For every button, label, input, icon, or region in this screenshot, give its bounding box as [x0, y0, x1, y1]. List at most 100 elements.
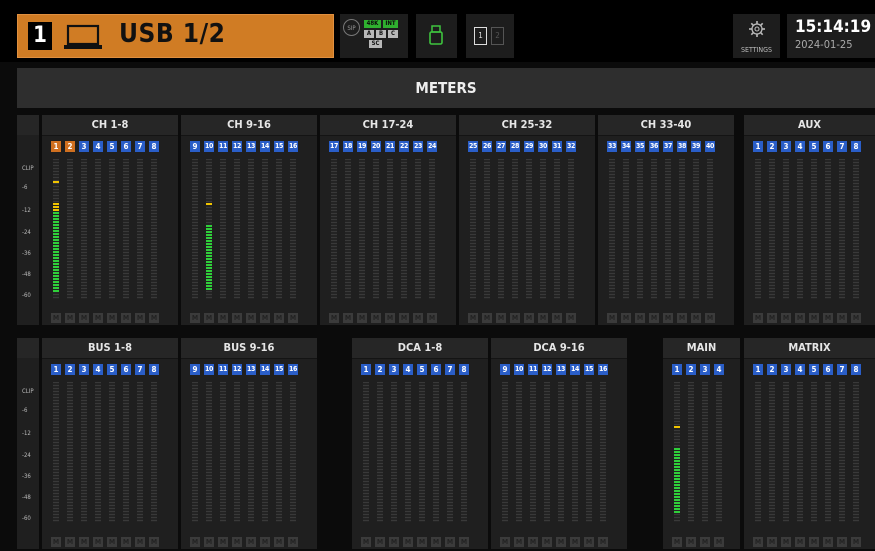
mute-button[interactable]: M — [753, 313, 763, 323]
mute-button[interactable]: M — [691, 313, 701, 323]
mute-button[interactable]: M — [767, 537, 777, 547]
channel-select-button[interactable]: 4 — [795, 364, 805, 375]
mute-button[interactable]: M — [823, 313, 833, 323]
channel-select-button[interactable]: 1 — [672, 364, 682, 375]
channel-select-button[interactable]: 14 — [570, 364, 580, 375]
channel-select-button[interactable]: 32 — [566, 141, 576, 152]
channel-select-button[interactable]: 6 — [823, 364, 833, 375]
channel-select-button[interactable]: 2 — [375, 364, 385, 375]
channel-select-button[interactable]: 5 — [809, 141, 819, 152]
channel-select-button[interactable]: 20 — [371, 141, 381, 152]
mute-button[interactable]: M — [260, 537, 270, 547]
channel-select-button[interactable]: 29 — [524, 141, 534, 152]
channel-select-button[interactable]: 2 — [767, 141, 777, 152]
mute-button[interactable]: M — [753, 537, 763, 547]
scene-button[interactable]: 1 USB 1/2 — [17, 14, 334, 58]
channel-select-button[interactable]: 26 — [482, 141, 492, 152]
mute-button[interactable]: M — [149, 313, 159, 323]
mute-button[interactable]: M — [79, 537, 89, 547]
channel-select-button[interactable]: 1 — [753, 141, 763, 152]
mute-button[interactable]: M — [357, 313, 367, 323]
channel-select-button[interactable]: 16 — [288, 141, 298, 152]
mute-button[interactable]: M — [417, 537, 427, 547]
mute-button[interactable]: M — [795, 537, 805, 547]
mute-button[interactable]: M — [385, 313, 395, 323]
mute-button[interactable]: M — [714, 537, 724, 547]
mute-button[interactable]: M — [403, 537, 413, 547]
channel-select-button[interactable]: 10 — [514, 364, 524, 375]
meter-group-bottom-0[interactable]: BUS 1-8 1 M 2 M 3 M 4 M 5 M 6 M 7 M 8 M — [42, 338, 178, 549]
mute-button[interactable]: M — [468, 313, 478, 323]
channel-select-button[interactable]: 6 — [121, 364, 131, 375]
mute-button[interactable]: M — [246, 313, 256, 323]
channel-select-button[interactable]: 33 — [607, 141, 617, 152]
mute-button[interactable]: M — [528, 537, 538, 547]
mute-button[interactable]: M — [260, 313, 270, 323]
mute-button[interactable]: M — [343, 313, 353, 323]
channel-select-button[interactable]: 2 — [686, 364, 696, 375]
mute-button[interactable]: M — [851, 313, 861, 323]
usb-button[interactable] — [416, 14, 457, 58]
meter-group-bottom-3[interactable]: DCA 9-16 9 M 10 M 11 M 12 M 13 M 14 M 15 M 16 M — [491, 338, 627, 549]
mute-button[interactable]: M — [204, 537, 214, 547]
channel-select-button[interactable]: 14 — [260, 364, 270, 375]
channel-select-button[interactable]: 6 — [121, 141, 131, 152]
channel-select-button[interactable]: 23 — [413, 141, 423, 152]
channel-select-button[interactable]: 8 — [149, 141, 159, 152]
channel-select-button[interactable]: 36 — [649, 141, 659, 152]
channel-select-button[interactable]: 40 — [705, 141, 715, 152]
mute-button[interactable]: M — [837, 537, 847, 547]
channel-select-button[interactable]: 13 — [246, 141, 256, 152]
mute-button[interactable]: M — [218, 313, 228, 323]
channel-select-button[interactable]: 7 — [135, 141, 145, 152]
channel-select-button[interactable]: 1 — [753, 364, 763, 375]
channel-select-button[interactable]: 27 — [496, 141, 506, 152]
mute-button[interactable]: M — [510, 313, 520, 323]
mute-button[interactable]: M — [781, 537, 791, 547]
mute-button[interactable]: M — [663, 313, 673, 323]
channel-select-button[interactable]: 3 — [781, 141, 791, 152]
channel-select-button[interactable]: 2 — [767, 364, 777, 375]
mute-button[interactable]: M — [672, 537, 682, 547]
mute-button[interactable]: M — [809, 537, 819, 547]
channel-select-button[interactable]: 13 — [556, 364, 566, 375]
mute-button[interactable]: M — [584, 537, 594, 547]
mute-button[interactable]: M — [823, 537, 833, 547]
channel-select-button[interactable]: 15 — [584, 364, 594, 375]
mute-button[interactable]: M — [288, 313, 298, 323]
mute-button[interactable]: M — [79, 313, 89, 323]
channel-select-button[interactable]: 11 — [218, 364, 228, 375]
channel-select-button[interactable]: 11 — [528, 364, 538, 375]
channel-select-button[interactable]: 10 — [204, 364, 214, 375]
channel-select-button[interactable]: 7 — [445, 364, 455, 375]
channel-select-button[interactable]: 9 — [500, 364, 510, 375]
mute-button[interactable]: M — [93, 537, 103, 547]
mute-button[interactable]: M — [552, 313, 562, 323]
channel-select-button[interactable]: 39 — [691, 141, 701, 152]
mute-button[interactable]: M — [274, 537, 284, 547]
channel-select-button[interactable]: 4 — [403, 364, 413, 375]
mute-button[interactable]: M — [607, 313, 617, 323]
mute-button[interactable]: M — [500, 537, 510, 547]
mute-button[interactable]: M — [107, 537, 117, 547]
channel-select-button[interactable]: 3 — [781, 364, 791, 375]
mute-button[interactable]: M — [375, 537, 385, 547]
mute-button[interactable]: M — [121, 313, 131, 323]
mute-button[interactable]: M — [621, 313, 631, 323]
channel-select-button[interactable]: 4 — [93, 364, 103, 375]
mute-button[interactable]: M — [649, 313, 659, 323]
meter-group-top-0[interactable]: CH 1-8 1 M 2 M 3 M 4 M 5 M 6 M 7 M 8 M — [42, 115, 178, 325]
mute-button[interactable]: M — [413, 313, 423, 323]
mute-button[interactable]: M — [65, 537, 75, 547]
mute-button[interactable]: M — [389, 537, 399, 547]
channel-select-button[interactable]: 16 — [288, 364, 298, 375]
channel-select-button[interactable]: 1 — [51, 141, 61, 152]
meter-group-bottom-1[interactable]: BUS 9-16 9 M 10 M 11 M 12 M 13 M 14 M 15 M 16 M — [181, 338, 317, 549]
channel-select-button[interactable]: 3 — [700, 364, 710, 375]
mute-button[interactable]: M — [232, 313, 242, 323]
channel-select-button[interactable]: 12 — [232, 364, 242, 375]
channel-select-button[interactable]: 6 — [823, 141, 833, 152]
channel-select-button[interactable]: 8 — [459, 364, 469, 375]
mute-button[interactable]: M — [781, 313, 791, 323]
channel-select-button[interactable]: 13 — [246, 364, 256, 375]
